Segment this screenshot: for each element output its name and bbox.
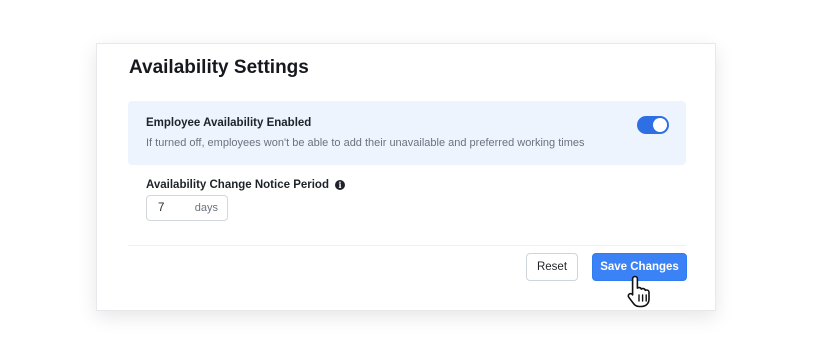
notice-period-unit: days [194,202,218,214]
notice-period-label-row: Availability Change Notice Period i [146,179,345,191]
availability-toggle-panel: Employee Availability Enabled If turned … [128,101,686,165]
availability-settings-card: Availability Settings Employee Availabil… [96,43,716,311]
availability-enabled-description: If turned off, employees won't be able t… [146,137,585,149]
page-title: Availability Settings [129,57,309,78]
hand-pointer-icon [627,275,650,308]
notice-period-input[interactable]: 7 days [146,195,228,221]
toggle-knob [653,118,667,132]
info-icon[interactable]: i [334,180,345,190]
reset-button[interactable]: Reset [526,253,578,281]
availability-enabled-label: Employee Availability Enabled [146,117,312,129]
notice-period-label: Availability Change Notice Period [146,179,329,191]
divider [128,245,686,246]
availability-enabled-toggle[interactable] [637,116,669,134]
notice-period-value: 7 [158,202,165,214]
